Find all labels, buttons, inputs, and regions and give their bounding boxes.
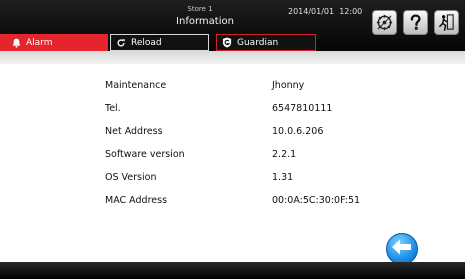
- info-value: 10.0.6.206: [272, 126, 324, 137]
- tab-guardian-label: Guardian: [237, 37, 279, 48]
- info-value: 1.31: [272, 172, 294, 183]
- tab-reload[interactable]: Reload: [110, 34, 209, 51]
- info-label: Maintenance: [105, 80, 167, 91]
- info-value: 00:0A:5C:30:0F:51: [272, 195, 361, 206]
- info-label: Net Address: [105, 126, 163, 137]
- info-label: Software version: [105, 149, 185, 160]
- bell-icon: [12, 38, 21, 48]
- exit-icon: [437, 13, 456, 32]
- info-row-maintenance: Maintenance Jhonny: [0, 80, 465, 94]
- network-settings-icon: [375, 13, 394, 32]
- tab-guardian[interactable]: Guardian: [216, 34, 316, 51]
- info-label: OS Version: [105, 172, 157, 183]
- exit-button[interactable]: [434, 10, 459, 35]
- network-settings-button[interactable]: [372, 10, 397, 35]
- info-value: Jhonny: [272, 80, 305, 91]
- back-button[interactable]: [386, 233, 418, 265]
- datetime-display: 2014/01/01 12:00: [288, 7, 363, 16]
- reload-icon: [116, 38, 126, 48]
- info-row-software-version: Software version 2.2.1: [0, 149, 465, 163]
- tab-reload-label: Reload: [131, 37, 162, 48]
- info-value: 2.2.1: [272, 149, 297, 160]
- store-name: Store 1: [187, 5, 213, 13]
- info-label: MAC Address: [105, 195, 168, 206]
- help-button[interactable]: [403, 10, 428, 35]
- guardian-shield-icon: [222, 37, 232, 48]
- back-arrow-icon: [391, 238, 413, 260]
- page-title: Information: [176, 16, 234, 27]
- tab-alarm-label: Alarm: [26, 37, 53, 48]
- toolbar-band: [0, 51, 465, 64]
- info-value: 6547810111: [272, 103, 333, 114]
- help-icon: [406, 13, 425, 32]
- tab-alarm[interactable]: Alarm: [0, 34, 108, 51]
- info-row-net-address: Net Address 10.0.6.206: [0, 126, 465, 140]
- info-panel: Maintenance Jhonny Tel. 6547810111 Net A…: [0, 64, 465, 214]
- info-row-tel: Tel. 6547810111: [0, 103, 465, 117]
- info-label: Tel.: [105, 103, 121, 114]
- footer-bar: [0, 262, 465, 279]
- tab-bar: Alarm Reload Guardian: [0, 34, 465, 51]
- info-row-os-version: OS Version 1.31: [0, 172, 465, 186]
- header-bar: Store 1 Information 2014/01/01 12:00 Ala…: [0, 0, 465, 51]
- info-row-mac-address: MAC Address 00:0A:5C:30:0F:51: [0, 195, 465, 209]
